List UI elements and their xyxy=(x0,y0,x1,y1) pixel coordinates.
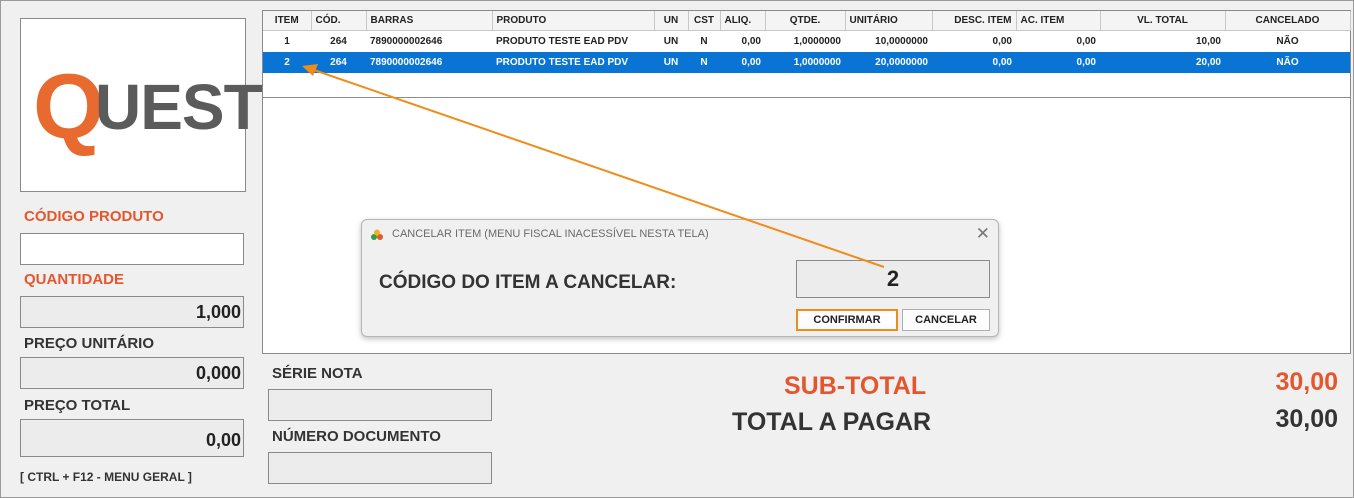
cell-cancelado: NÃO xyxy=(1276,36,1299,47)
cell-aliq: 0,00 xyxy=(741,36,761,47)
codigo-produto-input[interactable] xyxy=(20,233,244,265)
preco-unitario-label: PREÇO UNITÁRIO xyxy=(24,335,155,352)
cell-item: 1 xyxy=(284,36,290,47)
cell-unitario: 10,0000000 xyxy=(875,36,928,47)
logo-panel: Q UESTOR xyxy=(20,18,356,192)
cell-barras: 7890000002646 xyxy=(370,36,443,47)
codigo-produto-label: CÓDIGO PRODUTO xyxy=(24,208,164,225)
cell-qtde: 1,0000000 xyxy=(793,36,841,47)
numero-documento-field[interactable] xyxy=(268,452,492,484)
dialog-prompt: CÓDIGO DO ITEM A CANCELAR: xyxy=(379,272,677,293)
table-row-selected[interactable]: 2 264 7890000002646 PRODUTO TESTE EAD PD… xyxy=(263,52,1350,73)
subtotal-value: 30,00 xyxy=(1275,368,1338,396)
total-a-pagar-label: TOTAL A PAGAR xyxy=(732,408,932,436)
col-header-unitario[interactable]: UNITÁRIO xyxy=(845,11,933,31)
cell-desc-item: 0,00 xyxy=(992,36,1012,47)
col-header-cancelado[interactable]: CANCELADO xyxy=(1225,11,1351,31)
items-table: ITEM CÓD. BARRAS PRODUTO UN CST ALIQ. QT… xyxy=(263,11,1351,73)
close-icon[interactable]: ✕ xyxy=(976,224,990,244)
cell-vl-total: 10,00 xyxy=(1195,36,1221,47)
col-header-qtde[interactable]: QTDE. xyxy=(765,11,846,31)
questor-logo: Q UESTOR xyxy=(29,56,356,158)
col-header-desc-item[interactable]: DESC. ITEM xyxy=(932,11,1017,31)
serie-nota-field[interactable] xyxy=(268,389,492,421)
cell-vl-total: 20,00 xyxy=(1100,52,1225,73)
cell-cst: N xyxy=(688,52,720,73)
col-header-produto[interactable]: PRODUTO xyxy=(492,11,655,31)
col-header-cod[interactable]: CÓD. xyxy=(311,11,367,31)
cancel-item-dialog: CANCELAR ITEM (MENU FISCAL INACESSÍVEL N… xyxy=(361,219,999,337)
item-code-input[interactable]: 2 xyxy=(796,260,990,298)
cell-cod: 264 xyxy=(311,52,366,73)
total-a-pagar-value: 30,00 xyxy=(1275,405,1338,433)
cell-ac-item: 0,00 xyxy=(1076,36,1096,47)
cell-qtde: 1,0000000 xyxy=(765,52,845,73)
cell-unitario: 20,0000000 xyxy=(845,52,932,73)
subtotal-label: SUB-TOTAL xyxy=(784,372,927,400)
cancel-button[interactable]: CANCELAR xyxy=(902,309,990,331)
cell-cancelado: NÃO xyxy=(1225,52,1350,73)
confirm-button[interactable]: CONFIRMAR xyxy=(796,309,898,331)
cell-produto: PRODUTO TESTE EAD PDV xyxy=(496,36,629,47)
quantidade-label: QUANTIDADE xyxy=(24,271,124,288)
quantidade-value: 1,000 xyxy=(195,302,241,322)
logo-q-letter: Q xyxy=(33,56,105,158)
col-header-cst[interactable]: CST xyxy=(688,11,721,31)
dialog-title: CANCELAR ITEM (MENU FISCAL INACESSÍVEL N… xyxy=(392,228,709,240)
quantidade-field[interactable]: 1,000 xyxy=(20,296,244,328)
cell-cst: N xyxy=(700,36,708,47)
preco-total-label: PREÇO TOTAL xyxy=(24,397,131,414)
cell-barras: 7890000002646 xyxy=(366,52,492,73)
preco-total-field[interactable]: 0,00 xyxy=(20,419,244,457)
app-icon xyxy=(371,229,383,240)
cell-aliq: 0,00 xyxy=(720,52,765,73)
table-row[interactable]: 1 264 7890000002646 PRODUTO TESTE EAD PD… xyxy=(263,31,1350,53)
cell-cod: 264 xyxy=(330,36,347,47)
serie-nota-label: SÉRIE NOTA xyxy=(272,365,363,382)
preco-unitario-value: 0,000 xyxy=(195,363,241,383)
col-header-vl-total[interactable]: VL. TOTAL xyxy=(1100,11,1226,31)
col-header-barras[interactable]: BARRAS xyxy=(366,11,493,31)
col-header-aliq[interactable]: ALIQ. xyxy=(720,11,766,31)
col-header-item[interactable]: ITEM xyxy=(263,11,312,31)
numero-documento-label: NÚMERO DOCUMENTO xyxy=(272,428,441,445)
cell-produto: PRODUTO TESTE EAD PDV xyxy=(492,52,654,73)
cell-ac-item: 0,00 xyxy=(1016,52,1100,73)
cell-un: UN xyxy=(663,36,679,47)
col-header-ac-item[interactable]: AC. ITEM xyxy=(1016,11,1101,31)
table-header-row: ITEM CÓD. BARRAS PRODUTO UN CST ALIQ. QT… xyxy=(263,11,1351,31)
menu-shortcut-hint: [ CTRL + F12 - MENU GERAL ] xyxy=(20,470,192,484)
preco-total-value: 0,00 xyxy=(205,430,241,450)
col-header-un[interactable]: UN xyxy=(654,11,689,31)
cell-un: UN xyxy=(654,52,688,73)
grid-divider xyxy=(263,97,1350,98)
cell-desc-item: 0,00 xyxy=(932,52,1016,73)
preco-unitario-field[interactable]: 0,000 xyxy=(20,357,244,389)
cell-item: 2 xyxy=(263,52,311,73)
